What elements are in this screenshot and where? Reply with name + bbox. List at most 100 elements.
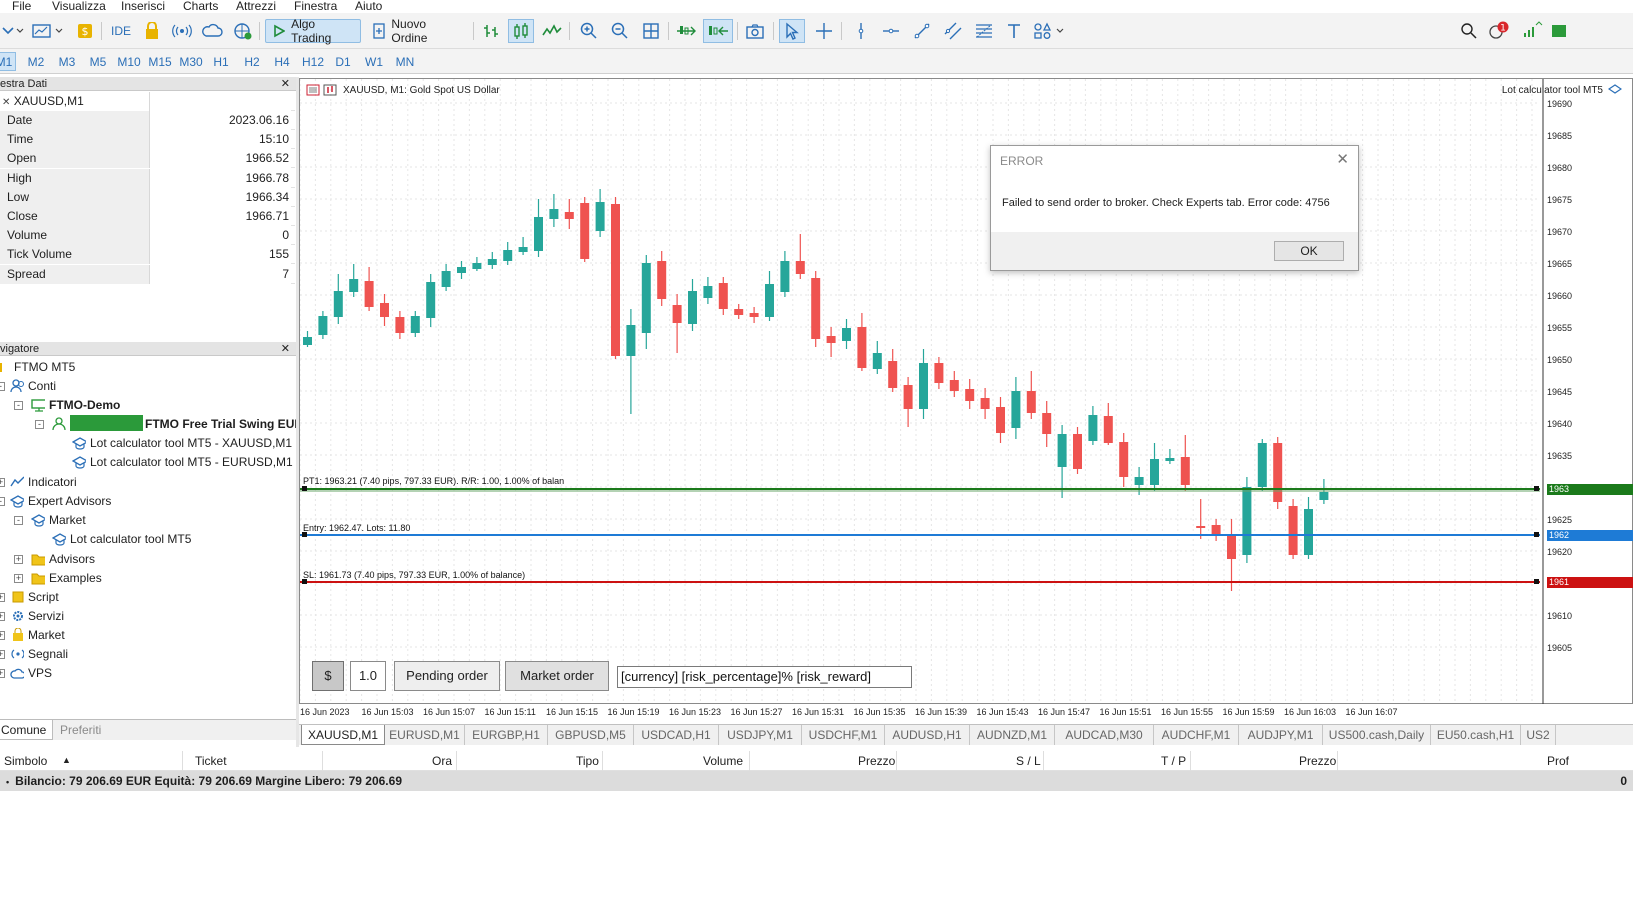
- expander-icon[interactable]: -: [0, 497, 5, 506]
- expander-icon[interactable]: -: [14, 516, 23, 525]
- vertical-line-icon[interactable]: [848, 19, 874, 43]
- menu-help[interactable]: Aiuto: [355, 0, 382, 13]
- nav-server[interactable]: FTMO-Demo: [31, 396, 120, 415]
- sort-up-icon[interactable]: ▲: [62, 755, 71, 765]
- bar-chart-icon[interactable]: [478, 19, 504, 43]
- nav-advisors-folder[interactable]: Advisors: [31, 550, 95, 569]
- text-tool-icon[interactable]: [1001, 19, 1027, 43]
- dialog-ok-button[interactable]: OK: [1274, 241, 1344, 261]
- chart-list-icon[interactable]: [306, 84, 320, 96]
- algo-trading-button[interactable]: Algo Trading: [265, 17, 361, 45]
- screenshot-icon[interactable]: [742, 19, 768, 43]
- timeframe-m10[interactable]: M10: [114, 52, 144, 71]
- label-template-input[interactable]: [currency] [risk_percentage]% [risk_rewa…: [617, 666, 912, 688]
- nav-expert-advisors[interactable]: Expert Advisors: [10, 492, 111, 511]
- timeframe-h12[interactable]: H12: [298, 52, 328, 71]
- navigator-close-icon[interactable]: ✕: [281, 342, 290, 356]
- col-type[interactable]: Tipo: [576, 754, 599, 768]
- nav-market-folder[interactable]: Market: [31, 511, 86, 530]
- chart-tab-eurusd[interactable]: EURUSD,M1: [385, 725, 465, 745]
- timeframe-m2[interactable]: M2: [22, 52, 50, 71]
- col-time[interactable]: Ora: [432, 754, 452, 768]
- candlestick-chart-icon[interactable]: [508, 19, 534, 43]
- nav-account[interactable]: FTMO Free Trial Swing EUR: [52, 415, 303, 434]
- expander-icon[interactable]: -: [14, 401, 23, 410]
- chart-candle-icon[interactable]: [323, 84, 337, 96]
- nav-accounts[interactable]: Conti: [10, 377, 56, 396]
- col-price[interactable]: Prezzo: [858, 754, 895, 768]
- tab-common[interactable]: Comune: [0, 720, 54, 740]
- notifications-icon[interactable]: 1: [1486, 19, 1512, 43]
- search-icon[interactable]: [1456, 19, 1482, 43]
- expander-icon[interactable]: +: [0, 593, 5, 602]
- chart-tab-eu50[interactable]: EU50.cash,H1: [1431, 725, 1521, 745]
- menu-view[interactable]: Visualizza: [52, 0, 106, 13]
- signal-broadcast-icon[interactable]: [169, 19, 195, 43]
- trendline-icon[interactable]: [909, 19, 935, 43]
- lots-input[interactable]: 1.0: [350, 661, 386, 691]
- timeframe-w1[interactable]: W1: [360, 52, 388, 71]
- chart-canvas[interactable]: 19690 19685 19680 19675 19670 19665 19660 19655…: [300, 79, 1633, 705]
- chart-tab-audchf[interactable]: AUDCHF,M1: [1154, 725, 1239, 745]
- timeframe-h4[interactable]: H4: [268, 52, 296, 71]
- new-chart-dropdown-icon[interactable]: [0, 19, 26, 43]
- timeframe-m1[interactable]: M1: [0, 52, 16, 71]
- col-current-price[interactable]: Prezzo: [1299, 754, 1336, 768]
- timeframe-d1[interactable]: D1: [329, 52, 357, 71]
- account-icon[interactable]: [1546, 19, 1572, 43]
- nav-scripts[interactable]: Script: [10, 588, 59, 607]
- cursor-icon[interactable]: [779, 19, 805, 43]
- currency-button[interactable]: $: [312, 661, 344, 691]
- chart-tab-gbpusd[interactable]: GBPUSD,M5: [548, 725, 634, 745]
- collapse-icon[interactable]: ✕: [2, 97, 10, 108]
- nav-ea-instance-1[interactable]: Lot calculator tool MT5 - XAUUSD,M1: [72, 434, 292, 453]
- ide-button[interactable]: IDE: [108, 19, 134, 43]
- nav-services[interactable]: Servizi: [10, 607, 64, 626]
- chart-tab-us500[interactable]: US500.cash,Daily: [1323, 725, 1431, 745]
- chart-shift-icon[interactable]: [673, 19, 699, 43]
- timeframe-h1[interactable]: H1: [207, 52, 235, 71]
- nav-ea-instance-2[interactable]: Lot calculator tool MT5 - EURUSD,M1: [72, 453, 293, 472]
- signal-strength-icon[interactable]: [1520, 19, 1546, 43]
- chart-tab-audusd[interactable]: AUDUSD,H1: [885, 725, 970, 745]
- nav-examples-folder[interactable]: Examples: [31, 569, 102, 588]
- channel-icon[interactable]: [940, 19, 966, 43]
- menu-file[interactable]: File: [12, 0, 31, 13]
- menu-charts[interactable]: Charts: [183, 0, 218, 13]
- lock-icon[interactable]: [139, 19, 165, 43]
- col-profit[interactable]: Prof: [1547, 754, 1569, 768]
- new-order-button[interactable]: Nuovo Ordine: [365, 17, 469, 45]
- cloud-icon[interactable]: [199, 19, 225, 43]
- chart-tab-audcad[interactable]: AUDCAD,M30: [1055, 725, 1154, 745]
- tab-favorites[interactable]: Preferiti: [54, 720, 107, 740]
- profiles-icon[interactable]: [30, 19, 66, 43]
- nav-root[interactable]: FTMO MT5: [0, 358, 75, 377]
- expander-icon[interactable]: -: [35, 420, 44, 429]
- chart-tab-usdjpy[interactable]: USDJPY,M1: [719, 725, 802, 745]
- timeframe-m3[interactable]: M3: [53, 52, 81, 71]
- price-chart[interactable]: 19690 19685 19680 19675 19670 19665 19660 19655…: [299, 78, 1633, 705]
- expander-icon[interactable]: +: [0, 631, 5, 640]
- chart-tab-usdchf[interactable]: USDCHF,M1: [802, 725, 885, 745]
- chart-tab-us2[interactable]: US2: [1521, 725, 1556, 745]
- autoscroll-icon[interactable]: [703, 19, 733, 43]
- crosshair-icon[interactable]: [811, 19, 837, 43]
- expander-icon[interactable]: +: [14, 555, 23, 564]
- expander-icon[interactable]: +: [0, 478, 5, 487]
- nav-signals[interactable]: Segnali: [10, 645, 68, 664]
- timeframe-mn[interactable]: MN: [391, 52, 419, 71]
- menu-window[interactable]: Finestra: [294, 0, 337, 13]
- fibonacci-icon[interactable]: [971, 19, 997, 43]
- timeframe-m15[interactable]: M15: [145, 52, 175, 71]
- expander-icon[interactable]: +: [14, 574, 23, 583]
- expander-icon[interactable]: -: [0, 382, 5, 391]
- nav-market-ea[interactable]: Lot calculator tool MT5: [52, 530, 191, 549]
- col-symbol[interactable]: Simbolo: [4, 754, 47, 768]
- col-tp[interactable]: T / P: [1161, 754, 1186, 768]
- nav-vps[interactable]: VPS: [10, 664, 52, 683]
- expander-icon[interactable]: +: [0, 669, 5, 678]
- col-ticket[interactable]: Ticket: [195, 754, 227, 768]
- horizontal-line-icon[interactable]: [878, 19, 904, 43]
- tile-windows-icon[interactable]: [638, 19, 664, 43]
- data-window-close-icon[interactable]: ✕: [281, 77, 290, 91]
